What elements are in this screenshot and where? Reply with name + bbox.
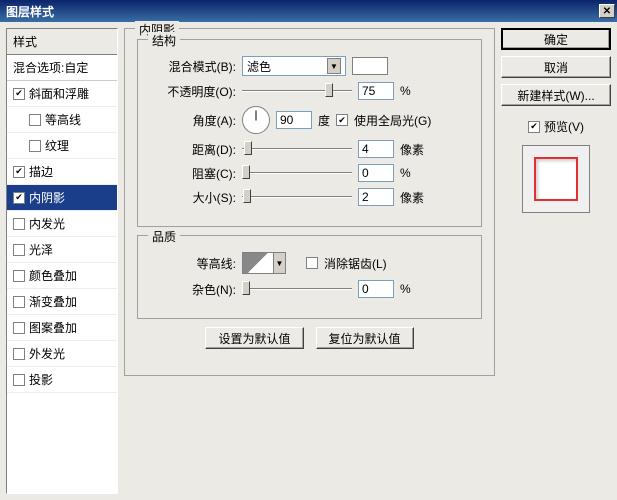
style-item-5[interactable]: 内发光 (7, 211, 117, 237)
quality-legend: 品质 (148, 228, 180, 245)
close-button[interactable]: ✕ (599, 4, 615, 18)
cancel-button[interactable]: 取消 (501, 56, 611, 78)
px-unit: 像素 (400, 141, 424, 158)
style-checkbox[interactable] (13, 192, 25, 204)
chevron-down-icon: ▼ (327, 58, 341, 74)
style-label: 等高线 (45, 111, 81, 128)
global-light-checkbox[interactable] (336, 114, 348, 126)
style-checkbox[interactable] (13, 374, 25, 386)
style-label: 颜色叠加 (29, 267, 77, 284)
style-label: 投影 (29, 371, 53, 388)
angle-input[interactable] (276, 111, 312, 129)
blend-mode-value: 滤色 (247, 58, 271, 75)
preview-swatch (534, 157, 578, 201)
px-unit-2: 像素 (400, 189, 424, 206)
make-default-button[interactable]: 设置为默认值 (205, 327, 303, 349)
distance-label: 距离(D): (150, 141, 236, 158)
style-checkbox[interactable] (13, 348, 25, 360)
size-label: 大小(S): (150, 189, 236, 206)
style-item-1[interactable]: 等高线 (7, 107, 117, 133)
global-light-label: 使用全局光(G) (354, 112, 431, 129)
blend-mode-label: 混合模式(B): (150, 58, 236, 75)
structure-group: 结构 混合模式(B): 滤色 ▼ 不透明度(O): % 角度(A) (137, 39, 482, 227)
style-label: 内发光 (29, 215, 65, 232)
antialias-checkbox[interactable] (306, 257, 318, 269)
style-item-8[interactable]: 渐变叠加 (7, 289, 117, 315)
antialias-label: 消除锯齿(L) (324, 255, 387, 272)
style-checkbox[interactable] (29, 140, 41, 152)
reset-default-button[interactable]: 复位为默认值 (316, 327, 414, 349)
style-label: 内阴影 (29, 189, 65, 206)
style-checkbox[interactable] (13, 88, 25, 100)
contour-picker[interactable] (242, 252, 274, 274)
style-item-10[interactable]: 外发光 (7, 341, 117, 367)
quality-group: 品质 等高线: ▼ 消除锯齿(L) 杂色(N): % (137, 235, 482, 319)
action-panel: 确定 取消 新建样式(W)... 预览(V) (501, 28, 611, 494)
angle-label: 角度(A): (150, 112, 236, 129)
style-checkbox[interactable] (13, 166, 25, 178)
contour-label: 等高线: (150, 255, 236, 272)
window-title: 图层样式 (6, 3, 54, 20)
blend-mode-select[interactable]: 滤色 ▼ (242, 56, 346, 76)
noise-slider[interactable] (242, 281, 352, 297)
style-label: 斜面和浮雕 (29, 85, 89, 102)
style-item-7[interactable]: 颜色叠加 (7, 263, 117, 289)
opacity-input[interactable] (358, 82, 394, 100)
style-label: 图案叠加 (29, 319, 77, 336)
style-label: 光泽 (29, 241, 53, 258)
style-item-9[interactable]: 图案叠加 (7, 315, 117, 341)
style-checkbox[interactable] (13, 244, 25, 256)
inner-shadow-group: 内阴影 结构 混合模式(B): 滤色 ▼ 不透明度(O): % (124, 28, 495, 376)
angle-unit: 度 (318, 112, 330, 129)
percent-unit: % (400, 84, 411, 98)
style-item-3[interactable]: 描边 (7, 159, 117, 185)
ok-button[interactable]: 确定 (501, 28, 611, 50)
opacity-slider[interactable] (242, 83, 352, 99)
noise-label: 杂色(N): (150, 281, 236, 298)
style-checkbox[interactable] (13, 270, 25, 282)
preview-label: 预览(V) (544, 118, 584, 135)
structure-legend: 结构 (148, 32, 180, 49)
style-item-2[interactable]: 纹理 (7, 133, 117, 159)
blend-options-header[interactable]: 混合选项:自定 (7, 55, 117, 81)
shadow-color-swatch[interactable] (352, 57, 388, 75)
size-slider[interactable] (242, 189, 352, 205)
style-item-0[interactable]: 斜面和浮雕 (7, 81, 117, 107)
spread-slider[interactable] (242, 165, 352, 181)
new-style-button[interactable]: 新建样式(W)... (501, 84, 611, 106)
titlebar: 图层样式 ✕ (0, 0, 617, 22)
size-input[interactable] (358, 188, 394, 206)
noise-input[interactable] (358, 280, 394, 298)
style-item-11[interactable]: 投影 (7, 367, 117, 393)
preview-box (522, 145, 590, 213)
chevron-down-icon[interactable]: ▼ (274, 252, 286, 274)
style-item-6[interactable]: 光泽 (7, 237, 117, 263)
style-checkbox[interactable] (13, 218, 25, 230)
style-checkbox[interactable] (13, 296, 25, 308)
percent-unit-3: % (400, 282, 411, 296)
style-item-4[interactable]: 内阴影 (7, 185, 117, 211)
style-checkbox[interactable] (13, 322, 25, 334)
preview-checkbox[interactable] (528, 121, 540, 133)
style-label: 渐变叠加 (29, 293, 77, 310)
spread-input[interactable] (358, 164, 394, 182)
distance-input[interactable] (358, 140, 394, 158)
style-label: 外发光 (29, 345, 65, 362)
settings-panel: 内阴影 结构 混合模式(B): 滤色 ▼ 不透明度(O): % (124, 28, 495, 494)
style-label: 纹理 (45, 137, 69, 154)
style-checkbox[interactable] (29, 114, 41, 126)
angle-dial[interactable] (242, 106, 270, 134)
dialog-body: 样式 混合选项:自定 斜面和浮雕等高线纹理描边内阴影内发光光泽颜色叠加渐变叠加图… (0, 22, 617, 500)
distance-slider[interactable] (242, 141, 352, 157)
styles-header: 样式 (7, 29, 117, 55)
styles-list: 样式 混合选项:自定 斜面和浮雕等高线纹理描边内阴影内发光光泽颜色叠加渐变叠加图… (6, 28, 118, 494)
spread-label: 阻塞(C): (150, 165, 236, 182)
style-label: 描边 (29, 163, 53, 180)
opacity-label: 不透明度(O): (150, 83, 236, 100)
percent-unit-2: % (400, 166, 411, 180)
